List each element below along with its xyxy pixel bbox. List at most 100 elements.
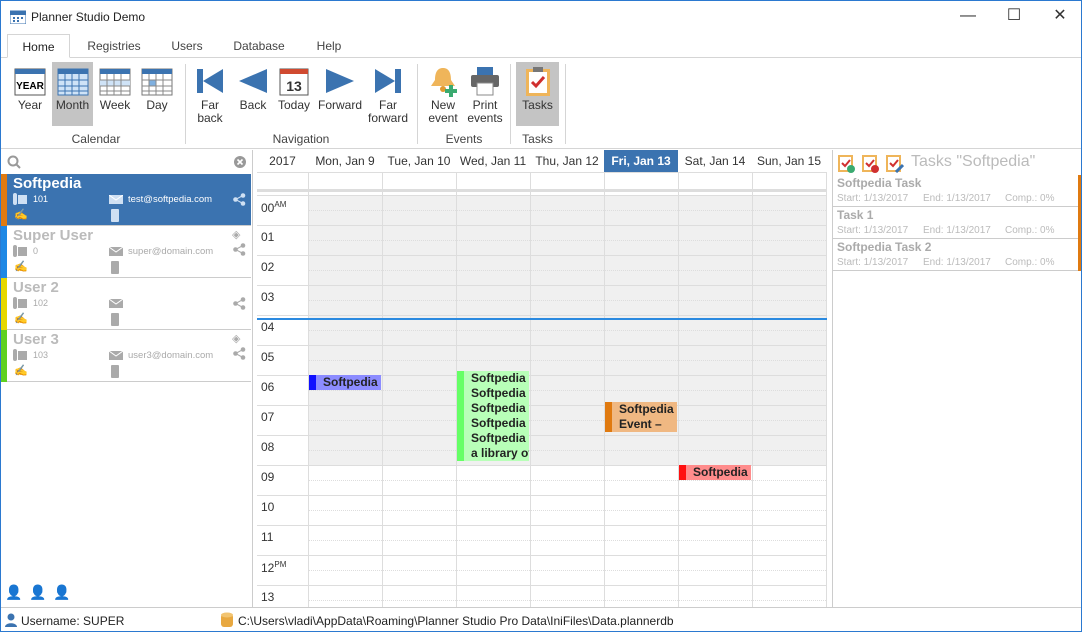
day-header[interactable]: Sat, Jan 14 [678, 150, 752, 172]
task-item[interactable]: Softpedia Task Start: 1/13/2017 End: 1/1… [833, 175, 1081, 207]
tab-users[interactable]: Users [163, 34, 211, 58]
task-completion: Comp.: 0% [1005, 193, 1055, 204]
day-view-button[interactable]: Day [138, 62, 176, 126]
hour-label: 00AM [261, 200, 287, 215]
event-color-bar [605, 402, 612, 432]
back-label: Back [239, 98, 267, 112]
hour-label: 07 [261, 410, 275, 424]
hour-label: 02 [261, 260, 275, 274]
half-hour-line [308, 420, 826, 421]
forward-button[interactable]: Forward [316, 62, 364, 126]
hour-label: 03 [261, 290, 275, 304]
half-hour-line [308, 210, 826, 211]
far-forward-icon [375, 69, 401, 93]
day-header[interactable]: Thu, Jan 12 [530, 150, 604, 172]
user-icon [5, 613, 17, 627]
day-header[interactable]: Tue, Jan 10 [382, 150, 456, 172]
tab-registries[interactable]: Registries [79, 34, 149, 58]
tasks-button[interactable]: Tasks [516, 62, 559, 126]
share-icon[interactable] [233, 243, 246, 256]
task-color-bar [1078, 239, 1081, 271]
signature-icon: ✍ [14, 365, 28, 377]
day-header[interactable]: Wed, Jan 11 [456, 150, 530, 172]
half-hour-line [308, 240, 826, 241]
week-view-button[interactable]: Week [96, 62, 134, 126]
event-color-bar [679, 465, 686, 480]
event-text: Softpedia - [471, 400, 529, 415]
tab-home[interactable]: Home [7, 34, 70, 58]
minimize-button[interactable]: — [945, 1, 991, 31]
far-forward-button[interactable]: Far forward [365, 62, 411, 126]
month-view-button[interactable]: Month [52, 62, 93, 126]
half-hour-line [308, 480, 826, 481]
all-day-row[interactable] [257, 172, 827, 192]
phone-icon [13, 297, 27, 309]
user-list-item[interactable]: User 3 103 user3@domain.com ✍ ◈ [1, 330, 251, 382]
back-button[interactable]: Back [234, 62, 272, 126]
signature-icon: ✍ [14, 313, 28, 325]
share-icon[interactable] [233, 297, 246, 310]
add-task-icon[interactable] [836, 153, 856, 173]
task-item[interactable]: Softpedia Task 2 Start: 1/13/2017 End: 1… [833, 239, 1081, 271]
signature-icon: ✍ [14, 209, 28, 221]
year-header: 2017 [269, 154, 296, 168]
navigation-group-label: Navigation [272, 132, 330, 146]
calendar-event[interactable]: Softpedia [679, 465, 751, 480]
event-text: Softpedia [619, 402, 674, 416]
year-label: Year [17, 98, 43, 112]
delete-task-icon[interactable] [860, 153, 880, 173]
maximize-button[interactable]: ☐ [991, 1, 1037, 31]
tab-database[interactable]: Database [227, 34, 291, 58]
calendar-event[interactable]: Softpedia Event – [605, 402, 677, 432]
new-event-label-2: event [428, 111, 458, 125]
hour-line [257, 525, 827, 526]
tab-help[interactable]: Help [307, 34, 351, 58]
half-hour-line [308, 270, 826, 271]
day-header[interactable]: Mon, Jan 9 [308, 150, 382, 172]
month-calendar-icon [57, 68, 88, 96]
hour-line [257, 345, 827, 346]
pm-label: PM [274, 560, 287, 569]
delete-user-icon[interactable]: 👤 [29, 584, 46, 601]
month-label: Month [55, 98, 90, 112]
clear-search-icon[interactable] [233, 155, 247, 169]
print-events-button[interactable]: Print events [465, 62, 505, 126]
calendar-event[interactable]: Softpedia [309, 375, 381, 390]
edit-user-icon[interactable]: 👤 [53, 584, 70, 601]
close-button[interactable]: ✕ [1037, 1, 1082, 31]
event-text: Event – [619, 417, 662, 431]
user-list-item[interactable]: User 2 102 ✍ [1, 278, 251, 330]
half-hour-line [308, 450, 826, 451]
task-end: End: 1/13/2017 [923, 257, 991, 268]
year-view-button[interactable]: YEAR Year [11, 62, 49, 126]
events-group-label: Events [445, 132, 483, 146]
email-icon [109, 299, 123, 308]
share-icon[interactable] [233, 193, 246, 206]
user-name: Super User [13, 227, 94, 244]
phone-icon [13, 349, 27, 361]
user-list-item[interactable]: Softpedia 101 test@softpedia.com ✍ [1, 174, 251, 226]
today-button[interactable]: 13 Today [275, 62, 313, 126]
hour-label: 12PM [261, 560, 287, 575]
divider [565, 64, 566, 144]
add-user-icon[interactable]: 👤 [5, 584, 22, 601]
day-header[interactable]: Sun, Jan 15 [752, 150, 826, 172]
calendar-event[interactable]: Softpedia Softpedia Softpedia - Softpedia So… [457, 370, 529, 461]
day-header[interactable]: Fri, Jan 13 [604, 150, 678, 172]
far-back-button[interactable]: Far back [191, 62, 229, 126]
user-name: User 2 [13, 279, 59, 296]
divider [417, 64, 418, 144]
task-item[interactable]: Task 1 Start: 1/13/2017 End: 1/13/2017 C… [833, 207, 1081, 239]
share-icon[interactable] [233, 347, 246, 360]
edit-task-icon[interactable] [884, 153, 904, 173]
hour-label: 06 [261, 380, 275, 394]
hour-line [257, 555, 827, 556]
ribbon-tabs: Home Registries Users Database Help [1, 34, 1081, 58]
user-search-input[interactable] [3, 152, 251, 172]
hour-line [257, 435, 827, 436]
today-calendar-icon: 13 [279, 68, 309, 96]
user-list-item[interactable]: Super User 0 super@domain.com ✍ ◈ [1, 226, 251, 278]
half-hour-line [308, 600, 826, 601]
new-event-button[interactable]: New event [423, 62, 463, 126]
calendar-group-label: Calendar [71, 132, 121, 146]
